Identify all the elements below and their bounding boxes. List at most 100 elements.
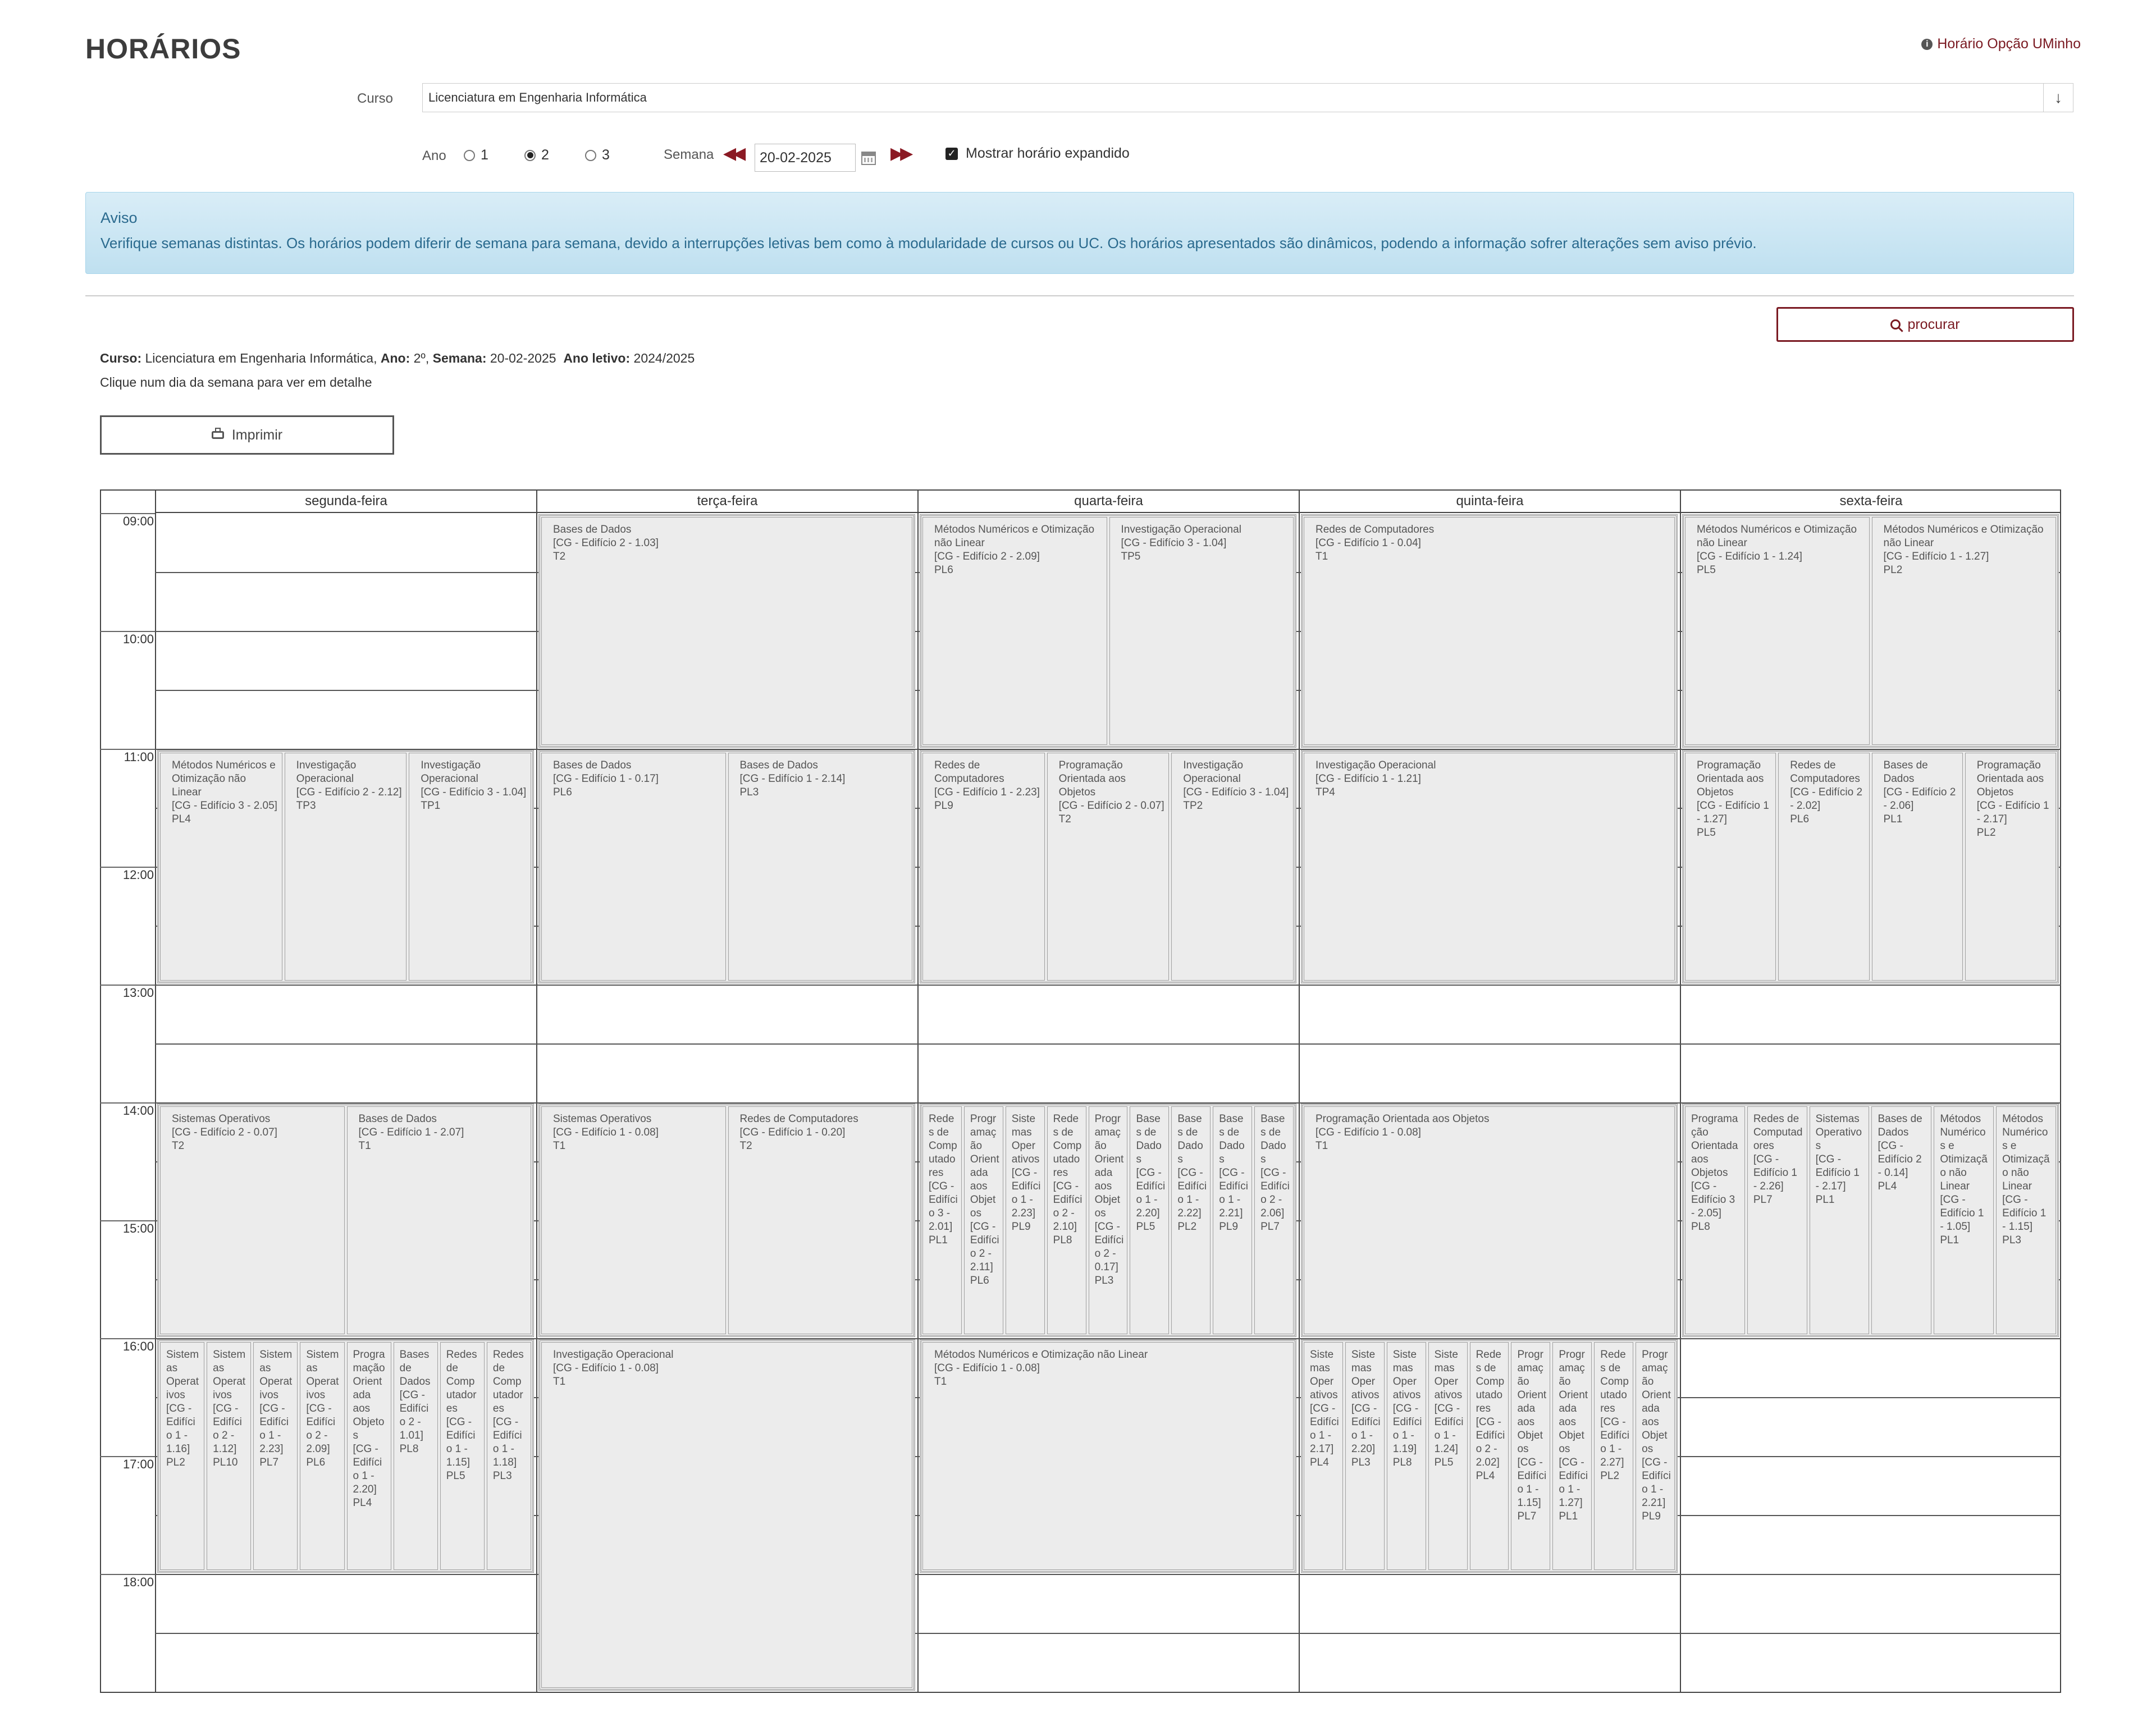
- class-event[interactable]: Sistemas Operativos [CG - Edifício 2 - 2.…: [300, 1342, 345, 1570]
- class-event[interactable]: Bases de Dados [CG - Edifício 1 - 2.20] PL…: [1130, 1106, 1170, 1334]
- day-header-3[interactable]: quarta-feira: [917, 489, 1299, 513]
- class-event[interactable]: Bases de Dados [CG - Edifício 2 - 2.06] PL…: [1871, 753, 1963, 981]
- day-header-2[interactable]: terça-feira: [536, 489, 917, 513]
- checkbox-checked-icon[interactable]: ✓: [945, 147, 958, 160]
- class-event[interactable]: Sistemas Operativos [CG - Edifício 1 - 1.…: [1428, 1342, 1468, 1570]
- class-event[interactable]: Sistemas Operativos [CG - Edifício 1 - 2.…: [1345, 1342, 1385, 1570]
- class-block[interactable]: Investigação Operacional [CG - Edifício 1…: [1301, 750, 1678, 983]
- class-event[interactable]: Programação Orientada aos Objetos [CG - E…: [963, 1106, 1003, 1334]
- class-block[interactable]: Métodos Numéricos e Otimização não Linea…: [920, 514, 1296, 748]
- class-event[interactable]: Programação Orientada aos Objetos [CG - E…: [1511, 1342, 1551, 1570]
- class-block[interactable]: Programação Orientada aos Objetos [CG - E…: [1682, 1104, 2059, 1337]
- class-shift: PL5: [1434, 1457, 1454, 1468]
- class-block[interactable]: Bases de Dados [CG - Edifício 1 - 0.17] PL…: [538, 750, 915, 983]
- class-event[interactable]: Sistemas Operativos [CG - Edifício 2 - 1.…: [207, 1342, 252, 1570]
- procurar-button[interactable]: procurar: [1776, 307, 2074, 342]
- class-event[interactable]: Sistemas Operativos [CG - Edifício 1 - 2.…: [1304, 1342, 1343, 1570]
- class-block[interactable]: Métodos Numéricos e Otimização não Linea…: [1682, 514, 2059, 748]
- class-event[interactable]: Métodos Numéricos e Otimização não Linea…: [1685, 517, 1870, 745]
- class-event[interactable]: Sistemas Operativos [CG - Edifício 1 - 2.…: [253, 1342, 298, 1570]
- class-event[interactable]: Redes de Computadores [CG - Edifício 2 - …: [1778, 753, 1870, 981]
- curso-select[interactable]: Licenciatura em Engenharia Informática ↓: [422, 83, 2073, 112]
- semana-date-input[interactable]: 20-02-2025: [755, 144, 856, 172]
- class-event[interactable]: Investigação Operacional [CG - Edifício 3…: [409, 753, 532, 981]
- class-block[interactable]: Programação Orientada aos Objetos [CG - E…: [1682, 750, 2059, 983]
- slot-line: [1680, 1633, 2061, 1634]
- class-block[interactable]: Bases de Dados [CG - Edifício 2 - 1.03] T2: [538, 514, 915, 748]
- calendar-icon[interactable]: [861, 152, 876, 165]
- ano-option-1[interactable]: 1: [464, 147, 488, 163]
- class-event[interactable]: Investigação Operacional [CG - Edifício 1…: [541, 1342, 912, 1688]
- class-event[interactable]: Sistemas Operativos [CG - Edifício 1 - 1.…: [160, 1342, 205, 1570]
- class-event[interactable]: Investigação Operacional [CG - Edifício 1…: [1304, 753, 1675, 981]
- class-event[interactable]: Programação Orientada aos Objetos [CG - E…: [346, 1342, 391, 1570]
- class-event[interactable]: Bases de Dados [CG - Edifício 1 - 2.22] PL…: [1171, 1106, 1211, 1334]
- class-event[interactable]: Programação Orientada aos Objetos [CG - E…: [1088, 1106, 1128, 1334]
- class-block[interactable]: Sistemas Operativos [CG - Edifício 1 - 0.…: [538, 1104, 915, 1337]
- class-event[interactable]: Métodos Numéricos e Otimização não Linea…: [160, 753, 282, 981]
- class-block[interactable]: Redes de Computadores [CG - Edifício 1 - …: [1301, 514, 1678, 748]
- class-event[interactable]: Programação Orientada aos Objetos [CG - E…: [1636, 1342, 1675, 1570]
- class-event[interactable]: Métodos Numéricos e Otimização não Linea…: [1996, 1106, 2056, 1334]
- day-header-5[interactable]: sexta-feira: [1680, 489, 2061, 513]
- ano-option-2[interactable]: 2: [524, 147, 549, 163]
- day-header-1[interactable]: segunda-feira: [155, 489, 536, 513]
- class-block[interactable]: Programação Orientada aos Objetos [CG - E…: [1301, 1104, 1678, 1337]
- class-event[interactable]: Bases de Dados [CG - Edifício 1 - 2.14] PL…: [728, 753, 912, 981]
- class-event[interactable]: Programação Orientada aos Objetos [CG - E…: [1304, 1106, 1675, 1334]
- class-block[interactable]: Sistemas Operativos [CG - Edifício 2 - 0.…: [157, 1104, 534, 1337]
- class-event[interactable]: Sistemas Operativos [CG - Edifício 2 - 0.…: [160, 1106, 345, 1334]
- ano-option-3[interactable]: 3: [585, 147, 610, 163]
- class-event[interactable]: Métodos Numéricos e Otimização não Linea…: [922, 517, 1107, 745]
- class-block[interactable]: Redes de Computadores [CG - Edifício 3 - …: [920, 1104, 1296, 1337]
- class-event[interactable]: Redes de Computadores [CG - Edifício 2 - …: [1047, 1106, 1086, 1334]
- radio-checked-icon[interactable]: [524, 149, 536, 161]
- radio-icon[interactable]: [464, 149, 475, 161]
- class-event[interactable]: Programação Orientada aos Objetos [CG - E…: [1047, 753, 1170, 981]
- class-event[interactable]: Programação Orientada aos Objetos [CG - E…: [1685, 1106, 1745, 1334]
- class-event[interactable]: Bases de Dados [CG - Edifício 2 - 1.01] PL…: [393, 1342, 438, 1570]
- class-event[interactable]: Sistemas Operativos [CG - Edifício 1 - 2.…: [1005, 1106, 1045, 1334]
- opcao-uminho-link[interactable]: i Horário Opção UMinho: [1921, 36, 2081, 52]
- imprimir-button[interactable]: Imprimir: [100, 415, 394, 455]
- class-event[interactable]: Redes de Computadores [CG - Edifício 1 - …: [440, 1342, 485, 1570]
- class-event[interactable]: Programação Orientada aos Objetos [CG - E…: [1552, 1342, 1592, 1570]
- class-event[interactable]: Redes de Computadores [CG - Edifício 2 - …: [1469, 1342, 1509, 1570]
- class-event[interactable]: Bases de Dados [CG - Edifício 2 - 1.03] T2: [541, 517, 912, 745]
- class-event[interactable]: Investigação Operacional [CG - Edifício 3…: [1109, 517, 1294, 745]
- class-event[interactable]: Bases de Dados [CG - Edifício 2 - 2.06] PL…: [1254, 1106, 1294, 1334]
- class-event[interactable]: Redes de Computadores [CG - Edifício 1 - …: [922, 753, 1045, 981]
- class-event[interactable]: Redes de Computadores [CG - Edifício 1 - …: [1304, 517, 1675, 745]
- class-event[interactable]: Métodos Numéricos e Otimização não Linea…: [922, 1342, 1294, 1570]
- class-event[interactable]: Investigação Operacional [CG - Edifício 3…: [1171, 753, 1294, 981]
- class-event[interactable]: Programação Orientada aos Objetos [CG - E…: [1965, 753, 2056, 981]
- class-event[interactable]: Métodos Numéricos e Otimização não Linea…: [1871, 517, 2056, 745]
- class-event[interactable]: Redes de Computadores [CG - Edifício 1 - …: [728, 1106, 912, 1334]
- class-event[interactable]: Redes de Computadores [CG - Edifício 1 - …: [486, 1342, 531, 1570]
- day-header-4[interactable]: quinta-feira: [1299, 489, 1680, 513]
- class-event[interactable]: Redes de Computadores [CG - Edifício 3 - …: [922, 1106, 962, 1334]
- class-block[interactable]: Métodos Numéricos e Otimização não Linea…: [157, 750, 534, 983]
- class-event[interactable]: Redes de Computadores [CG - Edifício 1 - …: [1594, 1342, 1634, 1570]
- class-event[interactable]: Programação Orientada aos Objetos [CG - E…: [1685, 753, 1776, 981]
- class-event[interactable]: Métodos Numéricos e Otimização não Linea…: [1934, 1106, 1994, 1334]
- class-event[interactable]: Sistemas Operativos [CG - Edifício 1 - 2.…: [1809, 1106, 1870, 1334]
- class-event[interactable]: Bases de Dados [CG - Edifício 2 - 0.14] PL…: [1871, 1106, 1932, 1334]
- previous-week-icon[interactable]: ◀◀: [723, 144, 746, 163]
- class-block[interactable]: Sistemas Operativos [CG - Edifício 1 - 1.…: [157, 1339, 534, 1573]
- class-event[interactable]: Redes de Computadores [CG - Edifício 1 - …: [1747, 1106, 1807, 1334]
- class-block[interactable]: Sistemas Operativos [CG - Edifício 1 - 2.…: [1301, 1339, 1678, 1573]
- expand-toggle[interactable]: ✓ Mostrar horário expandido: [945, 145, 1130, 162]
- class-event[interactable]: Bases de Dados [CG - Edifício 1 - 2.07] T1: [346, 1106, 531, 1334]
- class-block[interactable]: Investigação Operacional [CG - Edifício 1…: [538, 1339, 915, 1691]
- dropdown-arrow-icon[interactable]: ↓: [2043, 84, 2073, 112]
- class-event[interactable]: Bases de Dados [CG - Edifício 1 - 2.21] PL…: [1213, 1106, 1253, 1334]
- next-week-icon[interactable]: ▶▶: [890, 144, 913, 163]
- class-block[interactable]: Métodos Numéricos e Otimização não Linea…: [920, 1339, 1296, 1573]
- class-event[interactable]: Investigação Operacional [CG - Edifício 2…: [284, 753, 407, 981]
- class-block[interactable]: Redes de Computadores [CG - Edifício 1 - …: [920, 750, 1296, 983]
- class-event[interactable]: Sistemas Operativos [CG - Edifício 1 - 1.…: [1386, 1342, 1426, 1570]
- class-event[interactable]: Bases de Dados [CG - Edifício 1 - 0.17] PL…: [541, 753, 726, 981]
- class-event[interactable]: Sistemas Operativos [CG - Edifício 1 - 0.…: [541, 1106, 726, 1334]
- radio-icon[interactable]: [585, 149, 596, 161]
